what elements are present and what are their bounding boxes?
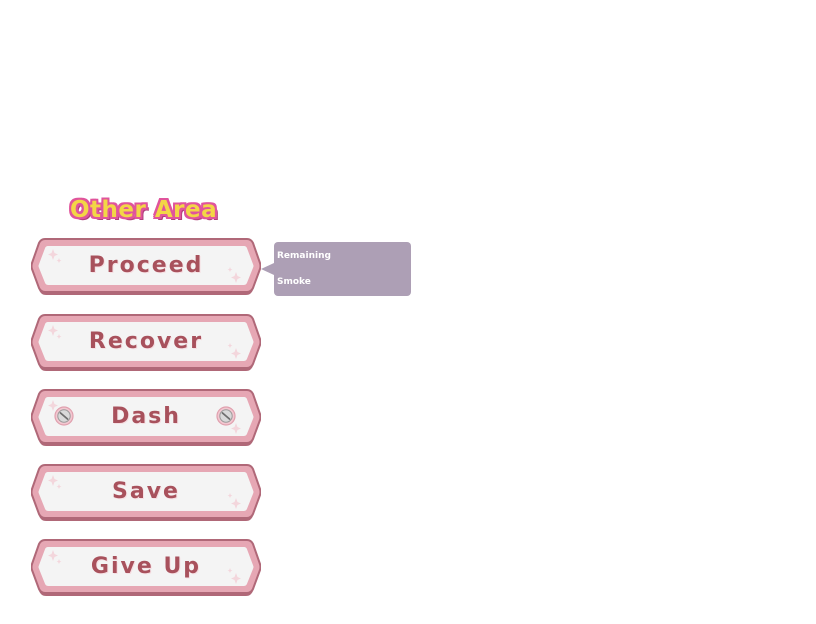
tooltip-line-2: Smoke	[277, 277, 311, 287]
save-label: Save	[112, 479, 180, 504]
tooltip-pointer-icon	[261, 263, 274, 275]
area-title: Other Area	[70, 197, 218, 223]
proceed-button[interactable]: Proceed	[31, 238, 261, 298]
give-up-label: Give Up	[90, 554, 202, 579]
dash-button[interactable]: Dash	[31, 389, 261, 449]
give-up-button[interactable]: Give Up	[31, 539, 261, 599]
recover-label: Recover	[88, 329, 204, 354]
proceed-label: Proceed	[88, 253, 204, 278]
command-tooltip: Remaining Smoke	[261, 242, 411, 296]
circle-slash-icon	[216, 406, 236, 426]
game-screen: Other Area Proceed Remaining Smoke Recov…	[0, 0, 816, 624]
tooltip-line-1: Remaining	[277, 251, 331, 261]
save-button[interactable]: Save	[31, 464, 261, 524]
recover-button[interactable]: Recover	[31, 314, 261, 374]
